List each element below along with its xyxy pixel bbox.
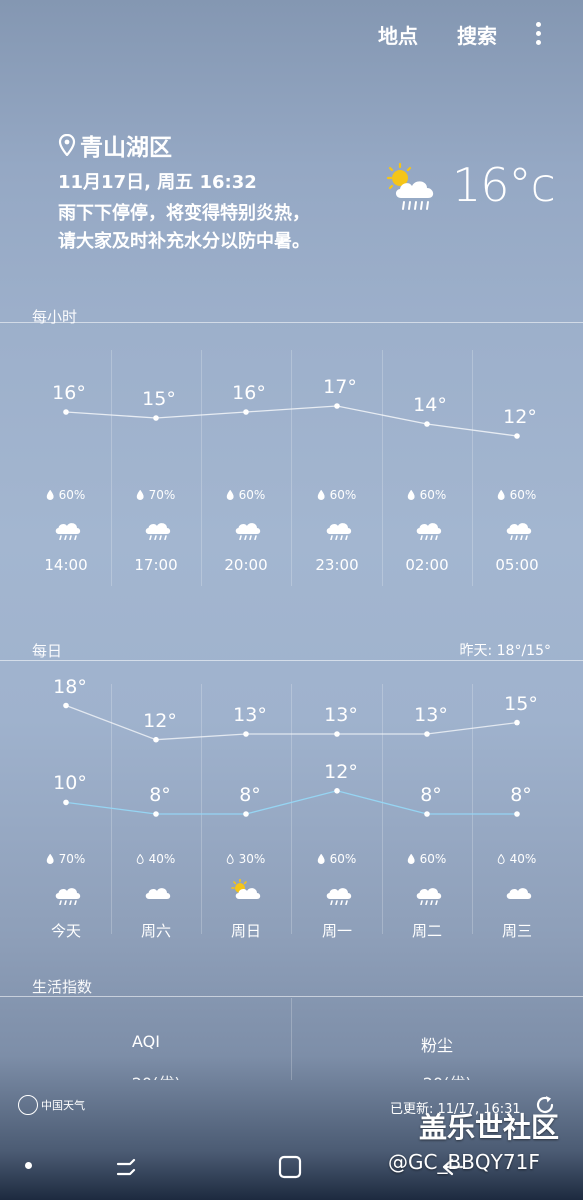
life-divider (0, 996, 583, 997)
provider-name: 中国天气 (41, 1099, 85, 1112)
daily-high-point (153, 736, 159, 743)
home-button-icon[interactable] (277, 1154, 303, 1180)
aqi-label[interactable]: AQI (132, 1032, 160, 1051)
daily-low-point (514, 811, 520, 817)
daily-low-point (243, 811, 249, 817)
life-index-panel[interactable]: AQI ... 20(优) 粉尘 ... 20(优) (0, 998, 583, 1080)
provider-badge-icon (18, 1095, 38, 1115)
recent-apps-icon[interactable] (114, 1154, 140, 1180)
life-separator (291, 998, 292, 1080)
daily-high-line (65, 704, 518, 741)
daily-high-point (424, 731, 430, 737)
daily-high-point (63, 702, 69, 709)
weather-provider-logo[interactable]: 中国天气 (18, 1095, 85, 1115)
dust-value: ... 20(优) (402, 1070, 471, 1080)
daily-low-point (334, 788, 340, 794)
life-header: 生活指数 (0, 976, 583, 998)
daily-high-point (514, 719, 520, 726)
life-label: 生活指数 (32, 978, 93, 996)
dust-label[interactable]: 粉尘 (421, 1032, 453, 1056)
daily-low-line (65, 790, 517, 815)
daily-high-point (243, 731, 249, 737)
watermark-title: 盖乐世社区 (419, 1111, 560, 1144)
aqi-value: ... 20(优) (111, 1070, 180, 1080)
daily-high-point (334, 731, 340, 737)
daily-low-point (153, 811, 159, 817)
nav-handle-icon[interactable] (25, 1162, 32, 1169)
watermark-user: @GC_BBQY71F (388, 1150, 540, 1174)
daily-low-point (63, 799, 69, 806)
daily-low-point (424, 811, 430, 817)
